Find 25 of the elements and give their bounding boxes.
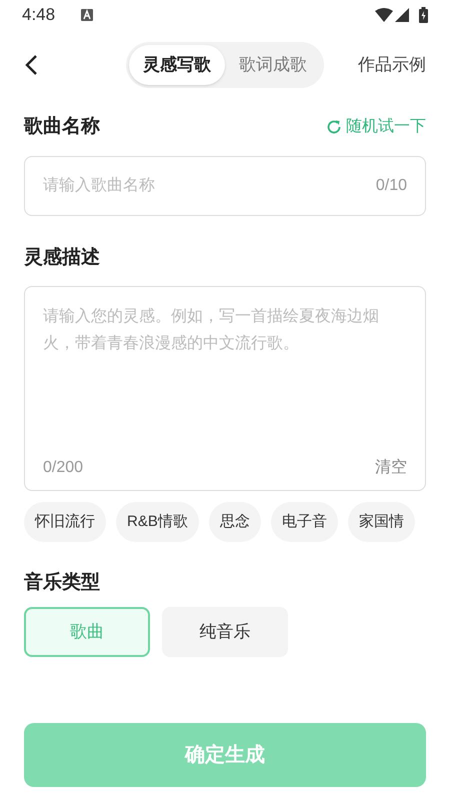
signal-icon <box>395 8 409 22</box>
mode-tab[interactable]: 灵感写歌 <box>129 45 225 85</box>
section-title: 音乐类型 <box>24 570 100 595</box>
status-time: 4:48 <box>22 4 56 26</box>
battery-icon <box>419 7 428 23</box>
style-tag[interactable]: 家国情 <box>348 502 415 542</box>
section-title: 灵感描述 <box>24 246 100 270</box>
keyboard-icon <box>81 9 94 21</box>
style-tag[interactable]: 思念 <box>208 502 261 542</box>
clear-button[interactable]: 清空 <box>375 456 407 480</box>
song-name-input[interactable]: 请输入歌曲名称 <box>43 174 376 198</box>
mode-tab[interactable]: 歌词成歌 <box>225 45 321 85</box>
inspiration-field[interactable]: 请输入您的灵感。例如，写一首描绘夏夜海边烟火，带着青春浪漫感的中文流行歌。 0/200 清空 <box>24 286 426 491</box>
style-tag[interactable]: 电子音 <box>270 502 338 542</box>
examples-link[interactable]: 作品示例 <box>358 52 426 78</box>
character-count: 0/10 <box>376 176 407 196</box>
wifi-icon <box>375 8 393 22</box>
style-tag[interactable]: R&B情歌 <box>116 502 199 542</box>
inspiration-input[interactable]: 请输入您的灵感。例如，写一首描绘夏夜海边烟火，带着青春浪漫感的中文流行歌。 <box>43 303 407 456</box>
section-title: 歌曲名称 <box>24 114 100 139</box>
style-tag[interactable]: 怀旧流行 <box>24 502 106 542</box>
back-icon[interactable] <box>24 54 38 76</box>
refresh-icon <box>326 119 342 135</box>
character-count: 0/200 <box>43 458 84 478</box>
music-type-option[interactable]: 纯音乐 <box>162 607 288 657</box>
